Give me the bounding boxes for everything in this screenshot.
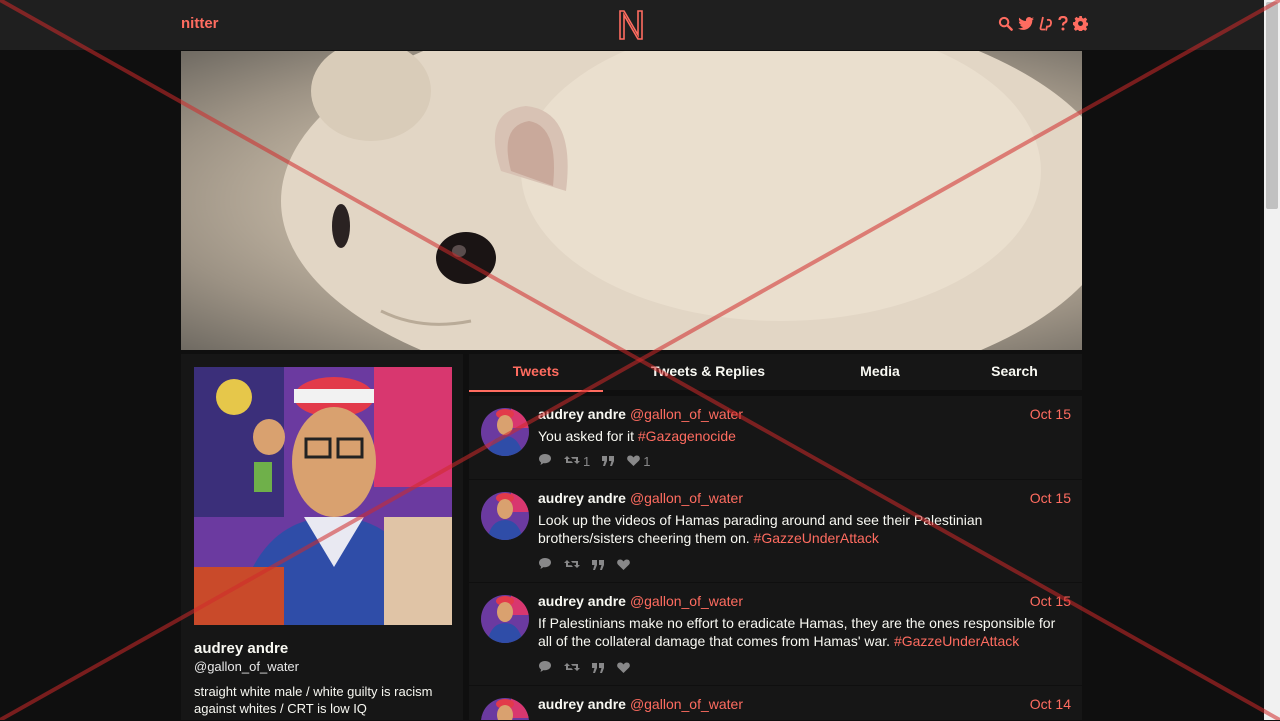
profile-bio: straight white male / white guilty is ra… (194, 684, 433, 716)
like-stat[interactable] (617, 661, 630, 676)
reply-stat[interactable] (538, 453, 552, 469)
quote-icon (592, 661, 605, 676)
comment-icon (538, 660, 552, 676)
retweet-stat[interactable]: 1 (564, 454, 590, 469)
profile-avatar[interactable] (194, 367, 452, 625)
like-stat[interactable] (617, 558, 630, 573)
top-navbar: nitter (0, 0, 1264, 50)
retweet-icon (564, 661, 580, 676)
tab-media[interactable]: Media (813, 354, 947, 390)
tab-tweets-replies[interactable]: Tweets & Replies (603, 354, 813, 390)
retweet-icon (564, 454, 580, 469)
tab-tweets[interactable]: Tweets (469, 354, 603, 392)
heart-icon (617, 558, 630, 573)
tweet-text: You asked for it (538, 428, 638, 444)
nitter-logo-icon[interactable] (617, 9, 645, 46)
tweet-stats: 1 1 (538, 453, 662, 469)
tweet-date[interactable]: Oct 15 (1030, 406, 1071, 422)
tweet-username[interactable]: @gallon_of_water (630, 406, 743, 422)
tweet-avatar[interactable] (481, 408, 529, 456)
tweet-item[interactable]: audrey andre @gallon_of_water Oct 15 If P… (469, 583, 1082, 686)
tweet-avatar[interactable] (481, 492, 529, 540)
tweet-item[interactable]: audrey andre @gallon_of_water Oct 15 Look… (469, 480, 1082, 583)
scrollbar-thumb[interactable] (1266, 2, 1278, 209)
twitter-icon[interactable] (1018, 16, 1034, 31)
quote-icon (602, 454, 615, 469)
tweet-username[interactable]: @gallon_of_water (630, 696, 743, 712)
reply-stat[interactable] (538, 557, 552, 573)
quote-stat[interactable] (602, 454, 615, 469)
tweet-item[interactable]: audrey andre @gallon_of_water Oct 15 You … (469, 396, 1082, 480)
tweet-fullname[interactable]: audrey andre (538, 593, 626, 609)
tweet-hashtag[interactable]: #Gazagenocide (638, 428, 736, 444)
tweet-hashtag[interactable]: #GazzeUnderAttack (894, 633, 1019, 649)
tweet-avatar[interactable] (481, 698, 529, 720)
tweet-fullname[interactable]: audrey andre (538, 696, 626, 712)
tweet-date[interactable]: Oct 15 (1030, 593, 1071, 609)
profile-banner-image[interactable] (181, 51, 1082, 350)
like-stat[interactable]: 1 (627, 454, 650, 469)
tweet-stats (538, 557, 642, 573)
retweet-icon (564, 558, 580, 573)
retweet-stat[interactable] (564, 661, 580, 676)
tweet-content: If Palestinians make no effort to eradic… (538, 614, 1068, 650)
quote-stat[interactable] (592, 558, 605, 573)
gear-icon[interactable] (1073, 16, 1088, 31)
tab-search[interactable]: Search (947, 354, 1082, 390)
heart-icon (627, 454, 641, 469)
tweet-date[interactable]: Oct 14 (1030, 696, 1071, 712)
comment-icon (538, 557, 552, 573)
like-count: 1 (643, 453, 651, 469)
reply-stat[interactable] (538, 660, 552, 676)
help-icon[interactable] (1058, 16, 1068, 31)
liberapay-icon[interactable] (1039, 16, 1053, 31)
tweet-date[interactable]: Oct 15 (1030, 490, 1071, 506)
tweet-username[interactable]: @gallon_of_water (630, 490, 743, 506)
heart-icon (617, 661, 630, 676)
retweet-count: 1 (583, 453, 591, 469)
quote-icon (592, 558, 605, 573)
tweet-avatar[interactable] (481, 595, 529, 643)
tweet-fullname[interactable]: audrey andre (538, 490, 626, 506)
tweet-hashtag[interactable]: #GazzeUnderAttack (754, 530, 879, 546)
nav-icons (998, 16, 1088, 31)
quote-stat[interactable] (592, 661, 605, 676)
retweet-stat[interactable] (564, 558, 580, 573)
profile-fullname[interactable]: audrey andre (194, 640, 288, 657)
search-icon[interactable] (998, 16, 1013, 31)
tweet-username[interactable]: @gallon_of_water (630, 593, 743, 609)
profile-username[interactable]: @gallon_of_water (194, 659, 299, 674)
tweet-fullname[interactable]: audrey andre (538, 406, 626, 422)
tweet-content: You asked for it #Gazagenocide (538, 427, 1068, 445)
tweet-content: Look up the videos of Hamas parading aro… (538, 511, 1068, 547)
tweet-item[interactable]: audrey andre @gallon_of_water Oct 14 (469, 686, 1082, 721)
brand-link[interactable]: nitter (181, 15, 219, 32)
timeline-tabs: Tweets Tweets & Replies Media Search (469, 354, 1082, 392)
tweet-stats (538, 660, 642, 676)
comment-icon (538, 453, 552, 469)
